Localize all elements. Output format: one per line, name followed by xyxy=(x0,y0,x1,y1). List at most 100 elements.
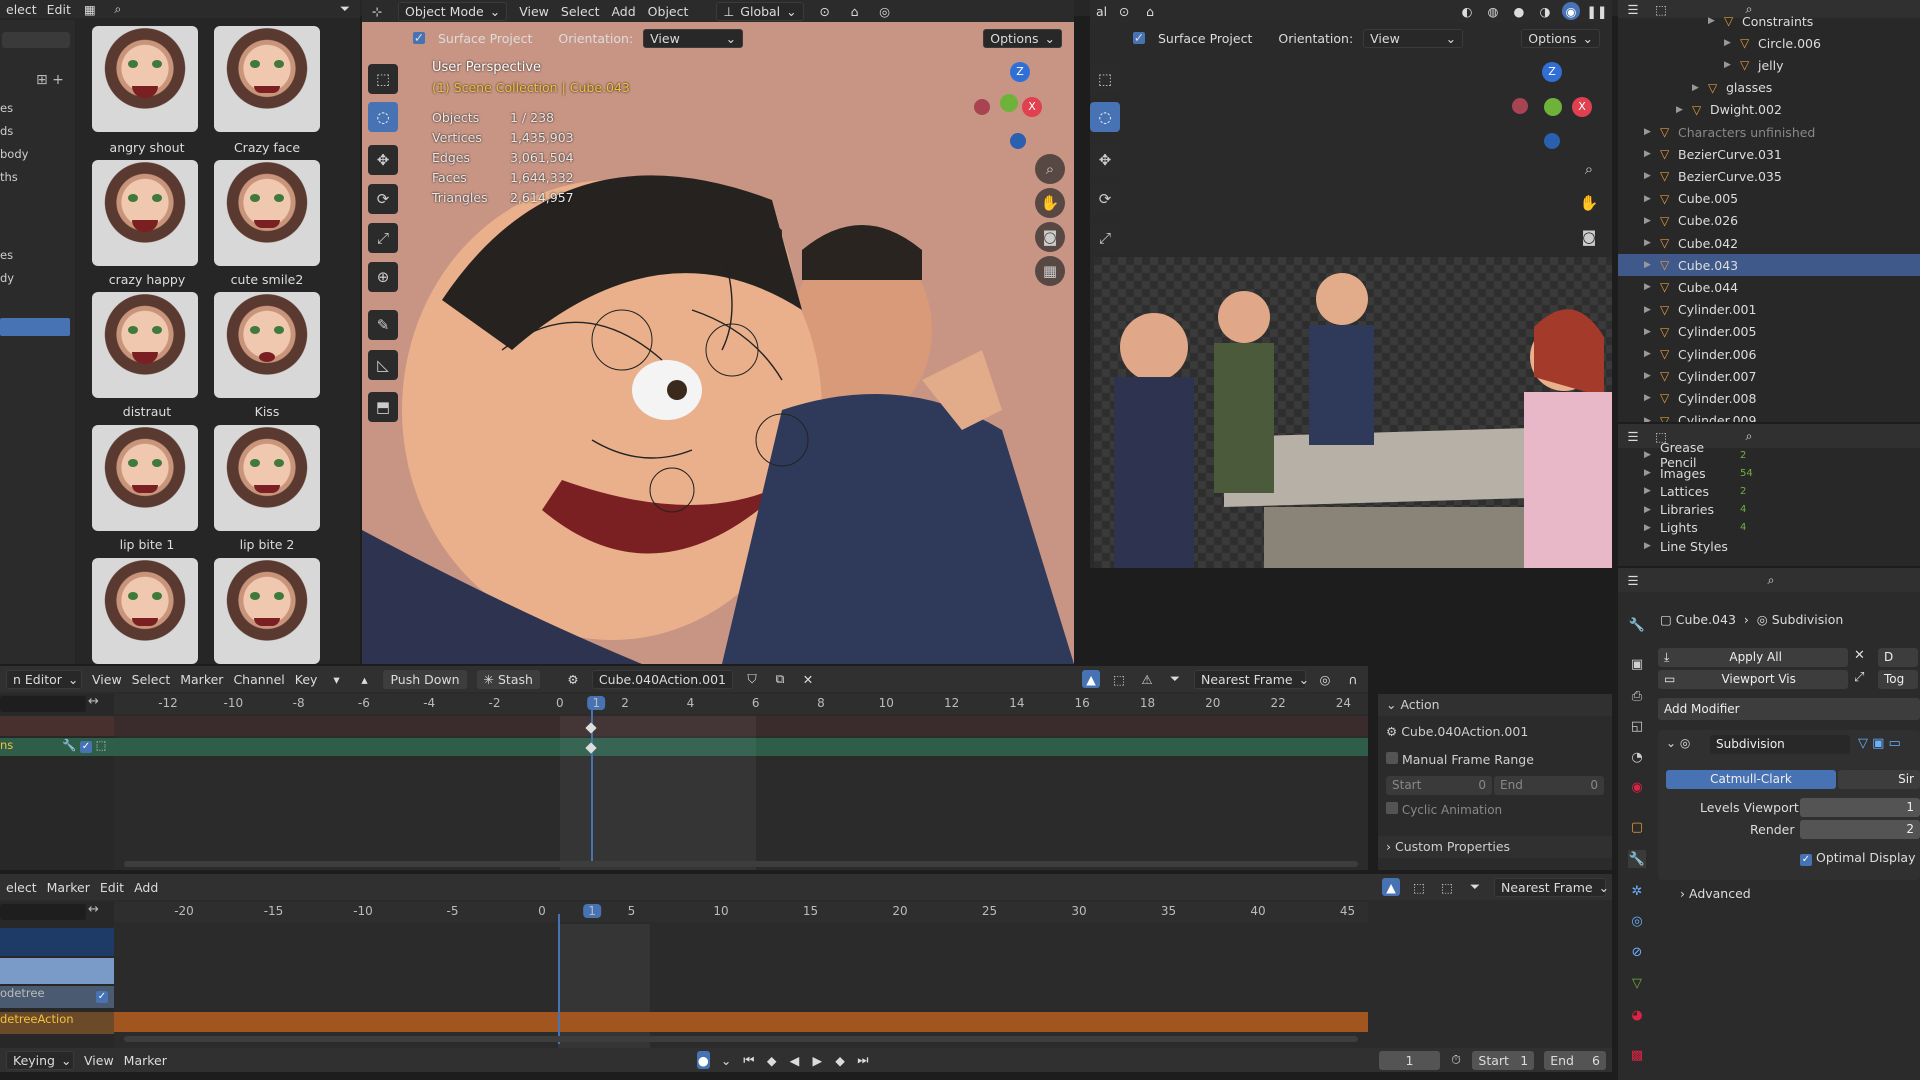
menu-select[interactable]: Select xyxy=(561,4,600,19)
menu-view[interactable]: View xyxy=(519,4,549,19)
start-frame-field[interactable]: Start 0 xyxy=(1386,776,1492,795)
expand-arrow-icon[interactable]: ▶ xyxy=(1644,523,1660,533)
material-tab-icon[interactable]: ◕ xyxy=(1628,1006,1646,1024)
outliner-row[interactable]: ▶ ▽ Cube.042 xyxy=(1618,232,1920,254)
catalog-dropdown[interactable] xyxy=(2,32,70,48)
pose-thumbnail[interactable] xyxy=(214,292,320,398)
auto-key-dropdown-icon[interactable]: ⌄ xyxy=(720,1051,733,1069)
outliner-row[interactable]: ▶ ▽ Cylinder.008 xyxy=(1618,387,1920,409)
include-missing-icon[interactable]: ⬚ xyxy=(1438,878,1456,896)
camera-view-icon[interactable]: ◙ xyxy=(1035,222,1065,252)
outliner-row[interactable]: ▶ ▽ Cylinder.006 xyxy=(1618,343,1920,365)
add-catalog-icon[interactable]: ⊞ + xyxy=(36,72,64,88)
play-reverse-icon[interactable]: ◀ xyxy=(788,1051,801,1069)
outliner-row[interactable]: ▶ ▽ Characters unfinished xyxy=(1618,121,1920,143)
gizmo-y-axis[interactable] xyxy=(1000,94,1018,112)
play-icon[interactable]: ▶ xyxy=(811,1051,824,1069)
gizmo-neg-z[interactable] xyxy=(1544,133,1560,149)
modifier-name-field[interactable]: Subdivision xyxy=(1710,735,1850,754)
use-preview-range-icon[interactable]: ⏱ xyxy=(1450,1051,1463,1069)
playhead-line[interactable] xyxy=(558,914,560,1044)
keying-dropdown[interactable]: Keying ⌄ xyxy=(6,1050,74,1070)
expand-arrow-icon[interactable]: ▶ xyxy=(1644,393,1660,403)
nla-action-strip[interactable] xyxy=(114,1012,1368,1032)
expand-arrow-icon[interactable]: ▶ xyxy=(1692,83,1708,93)
nla-action-track[interactable]: detreeAction xyxy=(0,1012,114,1034)
expand-arrow-icon[interactable]: ▶ xyxy=(1724,38,1740,48)
snap-dropdown[interactable]: Nearest Frame ⌄ xyxy=(1494,877,1609,897)
optimal-display-toggle[interactable]: ✓ Optimal Display xyxy=(1800,850,1916,866)
channel-search[interactable] xyxy=(0,696,86,712)
simple-button[interactable]: Sir xyxy=(1838,770,1920,789)
filter-icon[interactable]: ⏷ xyxy=(1166,670,1184,688)
advanced-subpanel[interactable]: › Advanced xyxy=(1680,886,1751,901)
expand-arrow-icon[interactable]: ▶ xyxy=(1644,149,1660,159)
shading-wireframe-icon[interactable]: ◍ xyxy=(1484,2,1502,20)
levels-viewport-field[interactable]: 1 xyxy=(1800,798,1920,817)
rotate-tool-icon[interactable]: ⟳ xyxy=(368,184,398,214)
menu-view[interactable]: View xyxy=(92,672,122,687)
expand-arrow-icon[interactable]: ▶ xyxy=(1644,260,1660,270)
collapse-icon[interactable]: ⌄ ◎ xyxy=(1666,736,1690,750)
scene-tab-icon[interactable]: ◔ xyxy=(1628,748,1646,766)
expand-icon[interactable]: ⤢ xyxy=(1854,670,1864,685)
gizmo-z-axis[interactable]: Z xyxy=(1010,62,1030,82)
only-selected-icon[interactable]: ▲ xyxy=(1082,670,1100,688)
custom-properties-header[interactable]: › Custom Properties xyxy=(1378,836,1612,858)
expand-arrow-icon[interactable]: ▶ xyxy=(1644,371,1660,381)
catalog-item[interactable]: body xyxy=(0,147,28,161)
outliner-row[interactable]: ▶ ▽ Dwight.002 xyxy=(1618,99,1920,121)
d-label[interactable]: D xyxy=(1878,648,1918,667)
nla-search[interactable] xyxy=(0,904,86,920)
pose-thumbnail[interactable] xyxy=(92,425,198,531)
surface-project-checkbox[interactable]: ✓ xyxy=(1130,29,1148,47)
viewport-left[interactable]: ⊹ Object Mode ⌄ View Select Add Object ⊥ … xyxy=(362,0,1074,664)
expand-arrow-icon[interactable]: ▶ xyxy=(1644,486,1660,496)
jump-end-icon[interactable]: ⏭ xyxy=(856,1051,869,1069)
move-tool-icon[interactable]: ✥ xyxy=(1090,145,1120,175)
show-hidden-icon[interactable]: ⬚ xyxy=(1110,670,1128,688)
outliner-row[interactable]: ▶ ▽ Cube.026 xyxy=(1618,210,1920,232)
push-down-button[interactable]: Push Down xyxy=(383,669,467,689)
editor-type-icon[interactable]: ⊹ xyxy=(368,2,386,20)
delete-all-icon[interactable]: ✕ xyxy=(1854,648,1865,663)
orientation-dropdown[interactable]: View ⌄ xyxy=(643,28,744,48)
outliner-row[interactable]: ▶ ▽ Constraints xyxy=(1618,10,1920,32)
orientation-dropdown-truncated[interactable]: al xyxy=(1096,4,1107,19)
options-dropdown[interactable]: Options ⌄ xyxy=(1521,28,1600,48)
expand-arrow-icon[interactable]: ▶ xyxy=(1644,416,1660,422)
expand-arrow-icon[interactable]: ▶ xyxy=(1644,327,1660,337)
object-channel[interactable]: ns 🔧 ✓ ⬚ xyxy=(0,738,114,756)
texture-tab-icon[interactable]: ▩ xyxy=(1628,1046,1646,1064)
gizmo-neg-x[interactable] xyxy=(974,99,990,115)
render-levels-field[interactable]: 2 xyxy=(1800,820,1920,839)
output-tab-icon[interactable]: ⎙ xyxy=(1628,687,1646,705)
snap-icon[interactable]: ⌂ xyxy=(1141,2,1159,20)
catalog-item[interactable]: ths xyxy=(0,170,18,184)
orientation-dropdown[interactable]: View ⌄ xyxy=(1363,28,1464,48)
expand-arrow-icon[interactable]: ▶ xyxy=(1644,238,1660,248)
cursor-tool-icon[interactable]: ◌ xyxy=(1090,102,1120,132)
apply-all-button[interactable]: ⤓ Apply All xyxy=(1658,648,1848,667)
prev-keyframe-icon[interactable]: ◆ xyxy=(765,1051,778,1069)
search-icon[interactable]: ⌕ xyxy=(109,0,127,18)
toggle-label[interactable]: Tog xyxy=(1878,670,1918,689)
expand-arrow-icon[interactable]: ▶ xyxy=(1708,16,1724,26)
outliner-row[interactable]: ▶ ▽ Circle.006 xyxy=(1618,32,1920,54)
physics-tab-icon[interactable]: ◎ xyxy=(1628,912,1646,930)
errors-icon[interactable]: ⚠ xyxy=(1138,670,1156,688)
menu-channel[interactable]: Channel xyxy=(233,672,284,687)
pan-hand-icon[interactable]: ✋ xyxy=(1035,188,1065,218)
data-category-row[interactable]: ▶ Line Styles xyxy=(1618,535,1868,557)
pivot-icon[interactable]: ⊙ xyxy=(1115,2,1133,20)
shading-solid-icon[interactable]: ● xyxy=(1510,2,1528,20)
modifier-visibility-icons[interactable]: ▽ ▣ ▭ xyxy=(1858,736,1901,751)
catalog-item[interactable]: es xyxy=(0,248,13,262)
expand-arrow-icon[interactable]: ▶ xyxy=(1644,282,1660,292)
expand-arrow-icon[interactable]: ▶ xyxy=(1644,305,1660,315)
end-frame-field[interactable]: End 0 xyxy=(1494,776,1604,795)
menu-add[interactable]: Add xyxy=(611,4,635,19)
search-icon[interactable]: ⌕ xyxy=(1762,571,1780,589)
render-tab-icon[interactable]: ▣ xyxy=(1628,655,1646,673)
horizontal-scrollbar[interactable] xyxy=(124,1036,1358,1042)
